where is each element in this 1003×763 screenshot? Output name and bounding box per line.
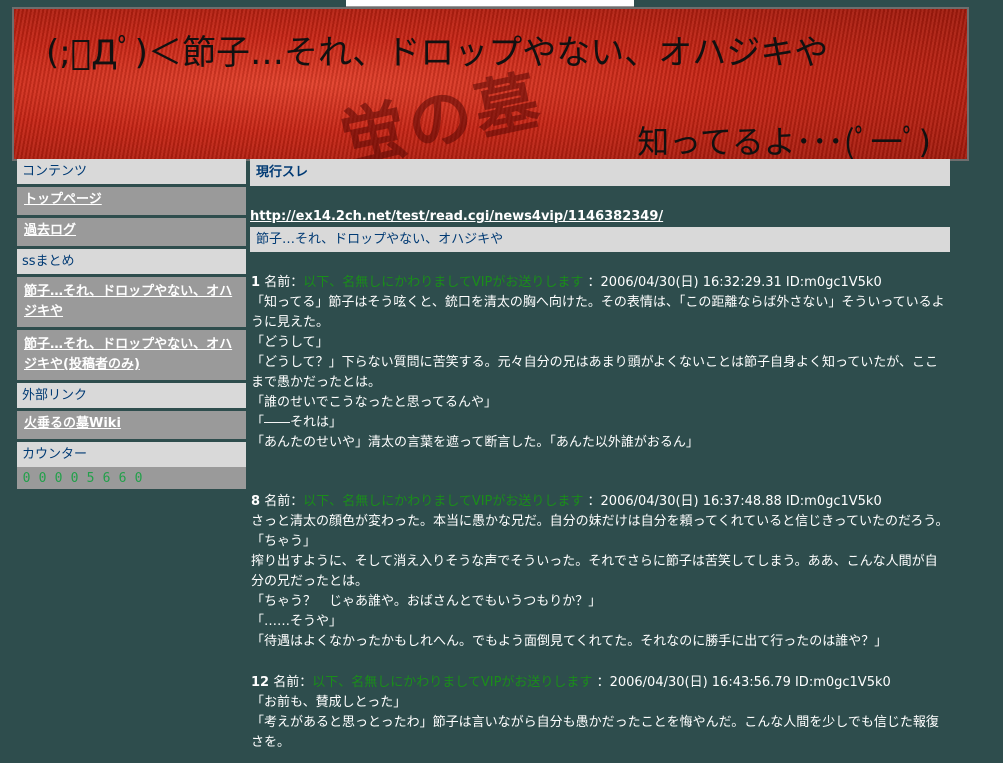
sidebar-link-archive[interactable]: 過去ログ bbox=[24, 223, 76, 238]
counter-digit: 5 bbox=[86, 470, 95, 486]
poster-name: 以下、名無しにかわりましてVIPがお送りします bbox=[303, 275, 584, 290]
counter-digit: 0 bbox=[54, 470, 63, 486]
name-label: 名前： bbox=[264, 275, 304, 290]
section-heading: 現行スレ bbox=[250, 159, 950, 186]
post-line: 「ちゃう？ じゃあ誰や。おばさんとでもいうつもりか？」 bbox=[251, 594, 602, 609]
counter-digit: 0 bbox=[134, 470, 143, 486]
post-number: 8 bbox=[251, 494, 261, 509]
counter-digit: 0 bbox=[22, 470, 31, 486]
post-line: さっと清太の顔色が変わった。本当に愚かな兄だ。自分の妹だけは自分を頼ってくれてい… bbox=[251, 514, 949, 529]
thread-title: 節子…それ、ドロップやない、オハジキや bbox=[250, 227, 950, 252]
site-banner: 蛍の墓 (;ﾟДﾟ)＜節子…それ、ドロップやない、オハジキや 知ってるよ･･･(… bbox=[12, 7, 969, 161]
sidebar-heading-contents: コンテンツ bbox=[17, 159, 246, 184]
sidebar-link-top[interactable]: トップページ bbox=[24, 192, 102, 207]
post-line: 「考えがあると思っとったわ」節子は言いながら自分も愚かだったことを悔やんだ。こん… bbox=[251, 715, 939, 750]
sidebar-link-wiki[interactable]: 火垂るの墓Wiki bbox=[24, 416, 121, 431]
top-strip bbox=[346, 0, 634, 7]
sidebar-item-ss-1[interactable]: 節子…それ、ドロップやない、オハジキや bbox=[17, 277, 246, 327]
counter-digit: 6 bbox=[102, 470, 111, 486]
post-1: 1 名前：以下、名無しにかわりましてVIPがお送りします ：2006/04/30… bbox=[250, 273, 950, 453]
post-meta: ：2006/04/30(日) 16:32:29.31 ID:m0gc1V5k0 bbox=[587, 275, 882, 290]
post-number: 12 bbox=[251, 675, 270, 690]
thread-url-link[interactable]: http://ex14.2ch.net/test/read.cgi/news4v… bbox=[250, 207, 950, 227]
name-label: 名前： bbox=[264, 494, 304, 509]
post-line: 「誰のせいでこうなったと思ってるんや」 bbox=[251, 395, 497, 410]
sidebar-link-ss-1[interactable]: 節子…それ、ドロップやない、オハジキや bbox=[24, 284, 232, 319]
poster-name: 以下、名無しにかわりましてVIPがお送りします bbox=[312, 675, 593, 690]
poster-name: 以下、名無しにかわりましてVIPがお送りします bbox=[303, 494, 584, 509]
post-line: 「あんたのせいや」清太の言葉を遮って断言した。「あんた以外誰がおるん」 bbox=[251, 435, 699, 450]
post-line: 搾り出すように、そして消え入りそうな声でそういった。それでさらに節子は苦笑してし… bbox=[251, 554, 938, 589]
post-line: 「……そうや」 bbox=[251, 614, 343, 629]
sidebar-item-archive[interactable]: 過去ログ bbox=[17, 218, 246, 246]
site-subtitle: 知ってるよ･･･(ﾟ一ﾟ) bbox=[637, 123, 931, 161]
sidebar-heading-links: 外部リンク bbox=[17, 383, 246, 408]
post-header: 1 名前：以下、名無しにかわりましてVIPがお送りします ：2006/04/30… bbox=[251, 273, 950, 293]
post-header: 12 名前：以下、名無しにかわりましてVIPがお送りします ：2006/04/3… bbox=[251, 673, 950, 693]
sidebar-item-top[interactable]: トップページ bbox=[17, 187, 246, 215]
sidebar-link-ss-2[interactable]: 節子…それ、ドロップやない、オハジキや(投稿者のみ) bbox=[24, 337, 232, 372]
post-meta: ：2006/04/30(日) 16:37:48.88 ID:m0gc1V5k0 bbox=[587, 494, 882, 509]
post-line: 「知ってる」節子はそう呟くと、銃口を清太の胸へ向けた。その表情は、「この距離なら… bbox=[251, 295, 945, 330]
post-12: 12 名前：以下、名無しにかわりましてVIPがお送りします ：2006/04/3… bbox=[250, 673, 950, 753]
post-meta: ：2006/04/30(日) 16:43:56.79 ID:m0gc1V5k0 bbox=[596, 675, 891, 690]
main-content: 現行スレ http://ex14.2ch.net/test/read.cgi/n… bbox=[250, 159, 950, 753]
counter-digit: 6 bbox=[118, 470, 127, 486]
post-line: 「――それは」 bbox=[251, 415, 343, 430]
access-counter: 00005660 bbox=[17, 467, 246, 489]
sidebar-item-wiki[interactable]: 火垂るの墓Wiki bbox=[17, 411, 246, 439]
counter-digit: 0 bbox=[70, 470, 79, 486]
name-label: 名前： bbox=[273, 675, 313, 690]
post-line: 「ちゃう」 bbox=[251, 534, 317, 549]
sidebar-heading-counter: カウンター bbox=[17, 442, 246, 467]
post-header: 8 名前：以下、名無しにかわりましてVIPがお送りします ：2006/04/30… bbox=[251, 492, 950, 512]
post-8: 8 名前：以下、名無しにかわりましてVIPがお送りします ：2006/04/30… bbox=[250, 492, 950, 652]
sidebar-heading-ss: ssまとめ bbox=[17, 249, 246, 274]
post-line: 「待遇はよくなかったかもしれへん。でもよう面倒見てくれてた。それなのに勝手に出て… bbox=[251, 634, 888, 649]
post-number: 1 bbox=[251, 275, 261, 290]
sidebar-item-ss-2[interactable]: 節子…それ、ドロップやない、オハジキや(投稿者のみ) bbox=[17, 330, 246, 380]
post-line: 「どうして？」下らない質問に苦笑する。元々自分の兄はあまり頭がよくないことは節子… bbox=[251, 355, 939, 390]
post-line: 「どうして」 bbox=[251, 335, 329, 350]
site-title: (;ﾟДﾟ)＜節子…それ、ドロップやない、オハジキや bbox=[46, 33, 829, 73]
sidebar: コンテンツ トップページ 過去ログ ssまとめ 節子…それ、ドロップやない、オハ… bbox=[17, 159, 246, 489]
post-line: 「お前も、賛成しとった」 bbox=[251, 695, 407, 710]
counter-digit: 0 bbox=[38, 470, 47, 486]
